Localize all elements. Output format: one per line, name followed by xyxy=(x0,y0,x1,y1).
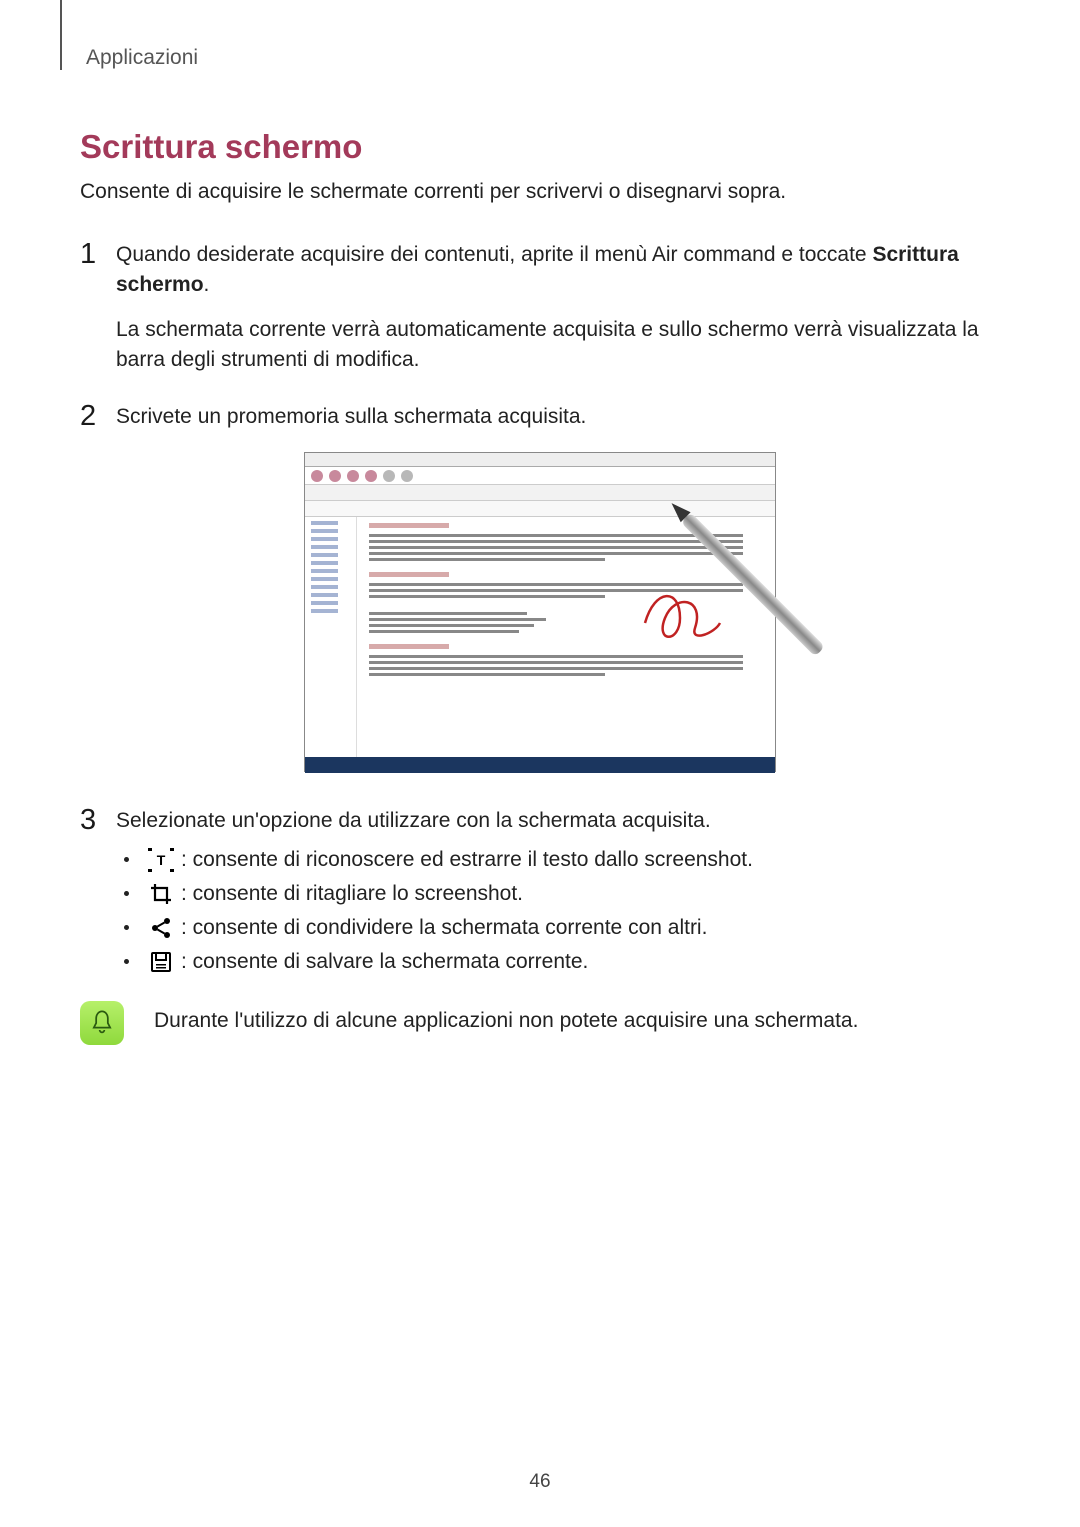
bullet-1-text: : consente di riconoscere ed estrarre il… xyxy=(181,848,753,872)
step-2-number: 2 xyxy=(80,402,116,431)
bullet-4-text: : consente di salvare la schermata corre… xyxy=(181,950,588,974)
header-rule xyxy=(60,0,62,70)
svg-text:T: T xyxy=(157,852,166,868)
bullet-crop: : consente di ritagliare lo screenshot. xyxy=(124,881,1000,907)
bullet-save: : consente di salvare la schermata corre… xyxy=(124,949,1000,975)
note-bell-icon xyxy=(80,1001,124,1045)
extract-text-icon: T xyxy=(147,847,175,873)
bullet-dot-icon xyxy=(124,959,129,964)
save-icon xyxy=(147,949,175,975)
step-1-period: . xyxy=(204,273,210,296)
step-1-text-a: Quando desiderate acquisire dei contenut… xyxy=(116,243,872,266)
crop-icon xyxy=(147,881,175,907)
handwriting-mark-icon xyxy=(635,583,725,653)
screenshot-wrap xyxy=(80,452,1000,772)
step-3-body: Selezionate un'opzione da utilizzare con… xyxy=(116,806,711,836)
header-category: Applicazioni xyxy=(86,46,1000,70)
note: Durante l'utilizzo di alcune applicazion… xyxy=(80,1001,1000,1045)
step-1: 1 Quando desiderate acquisire dei conten… xyxy=(80,240,1000,376)
bullet-dot-icon xyxy=(124,891,129,896)
step-1-text-b: La schermata corrente verrà automaticame… xyxy=(116,315,1000,376)
bullet-2-text: : consente di ritagliare lo screenshot. xyxy=(181,882,523,906)
bullet-dot-icon xyxy=(124,857,129,862)
share-icon xyxy=(147,915,175,941)
step-1-number: 1 xyxy=(80,240,116,269)
section-intro: Consente di acquisire le schermate corre… xyxy=(80,180,1000,204)
step-2: 2 Scrivete un promemoria sulla schermata… xyxy=(80,402,1000,432)
screenshot-illustration xyxy=(304,452,776,772)
bullet-list: T : consente di riconoscere ed estrarre … xyxy=(124,847,1000,975)
bullet-3-text: : consente di condividere la schermata c… xyxy=(181,916,707,940)
section-title: Scrittura schermo xyxy=(80,128,1000,166)
bullet-dot-icon xyxy=(124,925,129,930)
step-1-body: Quando desiderate acquisire dei contenut… xyxy=(116,240,1000,376)
note-text: Durante l'utilizzo di alcune applicazion… xyxy=(154,1001,858,1033)
step-2-body: Scrivete un promemoria sulla schermata a… xyxy=(116,402,586,432)
page-number: 46 xyxy=(0,1471,1080,1493)
bullet-extract-text: T : consente di riconoscere ed estrarre … xyxy=(124,847,1000,873)
step-3-number: 3 xyxy=(80,806,116,835)
bullet-share: : consente di condividere la schermata c… xyxy=(124,915,1000,941)
step-3: 3 Selezionate un'opzione da utilizzare c… xyxy=(80,806,1000,836)
page: Applicazioni Scrittura schermo Consente … xyxy=(0,0,1080,1527)
